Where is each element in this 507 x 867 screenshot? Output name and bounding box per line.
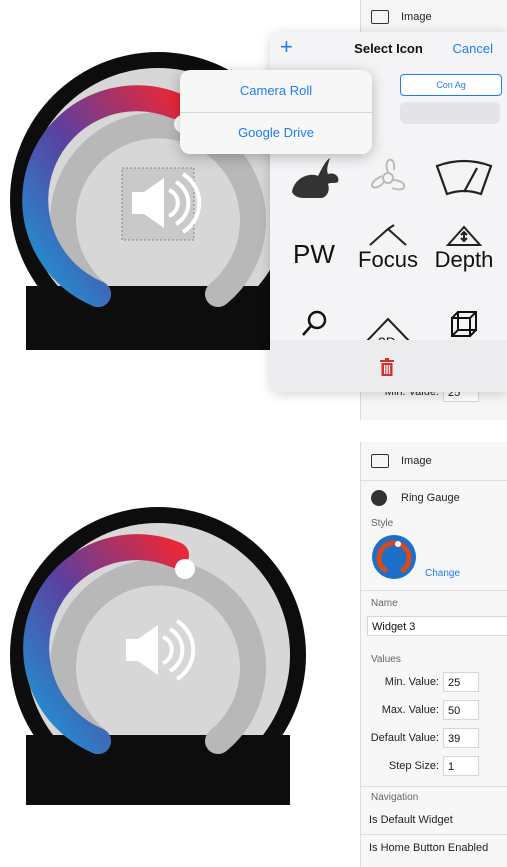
name-label: Name: [371, 598, 398, 609]
rabbit-icon[interactable]: [278, 148, 350, 208]
default-widget-label: Is Default Widget: [369, 814, 453, 826]
image-icon: [371, 454, 389, 468]
pw-label: PW: [293, 238, 335, 269]
properties-panel-bottom: Image Ring Gauge Style Change Name Widge…: [360, 442, 507, 867]
google-drive-option[interactable]: Google Drive: [180, 112, 372, 154]
ring-gauge-label: Ring Gauge: [401, 492, 460, 504]
max-value-label: Max. Value:: [381, 704, 439, 716]
segment-con-ag[interactable]: Con Ag: [400, 74, 502, 96]
sheet-header: + Select Icon Cancel: [270, 32, 507, 66]
style-label: Style: [371, 518, 394, 529]
default-widget-row[interactable]: Is Default Widget: [361, 814, 507, 834]
divider: [361, 590, 507, 591]
image-source-popover: Camera Roll Google Drive: [180, 70, 372, 154]
depth-label: Depth: [434, 247, 494, 272]
ring-gauge-row[interactable]: Ring Gauge: [361, 490, 507, 510]
focus-icon[interactable]: Focus: [352, 218, 424, 278]
image-icon: [371, 10, 389, 24]
focus-label: Focus: [358, 247, 418, 272]
cancel-button[interactable]: Cancel: [453, 41, 493, 56]
change-style-link[interactable]: Change: [425, 568, 460, 579]
gauge-bottom-cut: [26, 735, 290, 805]
wiper-icon[interactable]: [428, 148, 500, 208]
pw-icon[interactable]: PW: [278, 224, 350, 284]
image-label: Image: [401, 11, 432, 23]
default-value-field[interactable]: 39: [443, 728, 479, 748]
navigation-label: Navigation: [371, 792, 419, 803]
fan-icon[interactable]: [352, 148, 424, 208]
trash-icon[interactable]: [379, 358, 395, 376]
delete-area: [270, 340, 507, 392]
home-button-label: Is Home Button Enabled: [369, 842, 489, 854]
camera-roll-option[interactable]: Camera Roll: [180, 70, 372, 112]
divider: [361, 786, 507, 787]
name-field[interactable]: Widget 3: [367, 616, 507, 636]
step-size-field[interactable]: 1: [443, 756, 479, 776]
image-label: Image: [401, 455, 432, 467]
default-value-label: Default Value:: [370, 732, 439, 744]
image-row[interactable]: Image: [361, 454, 507, 474]
min-value-field[interactable]: 25: [443, 672, 479, 692]
max-value-field[interactable]: 50: [443, 700, 479, 720]
step-size-label: Step Size:: [388, 760, 439, 772]
values-label: Values: [371, 654, 401, 665]
gauge-bottom-cut: [26, 286, 290, 350]
depth-icon[interactable]: Depth: [428, 218, 500, 278]
divider: [361, 480, 507, 481]
home-button-row[interactable]: Is Home Button Enabled: [361, 842, 507, 862]
gauge-preview-bottom: [8, 505, 308, 805]
style-thumbnail[interactable]: [371, 534, 417, 580]
search-bar[interactable]: [400, 102, 500, 124]
gauge-icon: [371, 490, 387, 506]
divider: [361, 834, 507, 835]
min-value-label: Min. Value:: [384, 676, 439, 688]
gauge-knob: [175, 559, 195, 579]
